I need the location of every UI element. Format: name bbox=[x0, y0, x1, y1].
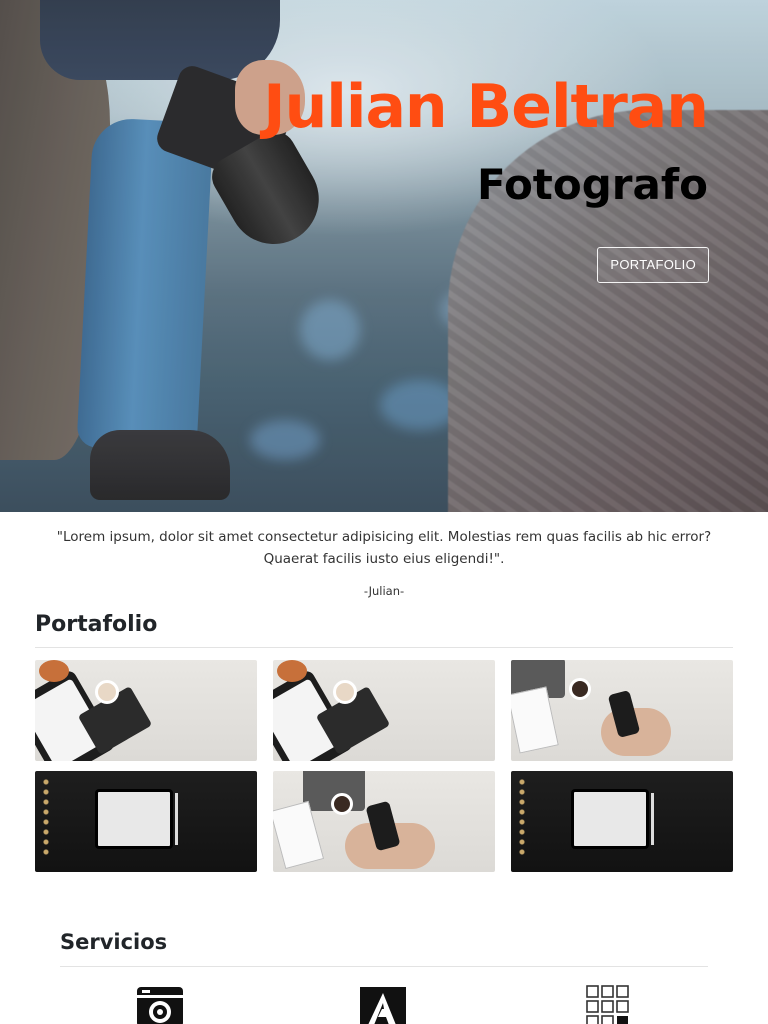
portfolio-image[interactable] bbox=[35, 771, 257, 872]
portfolio-image[interactable] bbox=[511, 660, 733, 761]
plant-pot bbox=[277, 660, 307, 682]
coffee-cup bbox=[333, 680, 357, 704]
portfolio-section: Portafolio bbox=[35, 612, 733, 872]
notebook-shape bbox=[273, 800, 325, 870]
tablet-shape bbox=[95, 789, 173, 849]
portfolio-image[interactable] bbox=[273, 660, 495, 761]
plant-pot bbox=[39, 660, 69, 682]
coffee-cup bbox=[331, 793, 353, 815]
portfolio-image[interactable] bbox=[35, 660, 257, 761]
coffee-cup bbox=[95, 680, 119, 704]
pen-shape bbox=[175, 793, 178, 845]
quote-text: "Lorem ipsum, dolor sit amet consectetur… bbox=[56, 529, 712, 567]
coffee-cup bbox=[569, 678, 591, 700]
services-icons bbox=[60, 967, 708, 1024]
portfolio-button[interactable]: PORTAFOLIO bbox=[597, 247, 709, 283]
hero-role: Fotografo bbox=[476, 160, 708, 209]
portfolio-image[interactable] bbox=[511, 771, 733, 872]
hero-name: Julian Beltran bbox=[263, 72, 709, 142]
services-section: Servicios bbox=[60, 930, 708, 1024]
lights-string bbox=[517, 777, 527, 857]
tablet-shape bbox=[571, 789, 649, 849]
lights-string bbox=[41, 777, 51, 857]
adobe-icon bbox=[360, 987, 406, 1024]
hero-banner: Julian Beltran Fotografo PORTAFOLIO bbox=[0, 0, 768, 512]
quote-author: -Julian- bbox=[363, 584, 405, 598]
grid-icon bbox=[586, 985, 629, 1024]
camera-icon bbox=[137, 987, 183, 1024]
portfolio-title: Portafolio bbox=[35, 612, 733, 648]
portfolio-image[interactable] bbox=[273, 771, 495, 872]
services-title: Servicios bbox=[60, 930, 708, 967]
portfolio-grid bbox=[35, 660, 733, 872]
pen-shape bbox=[651, 793, 654, 845]
